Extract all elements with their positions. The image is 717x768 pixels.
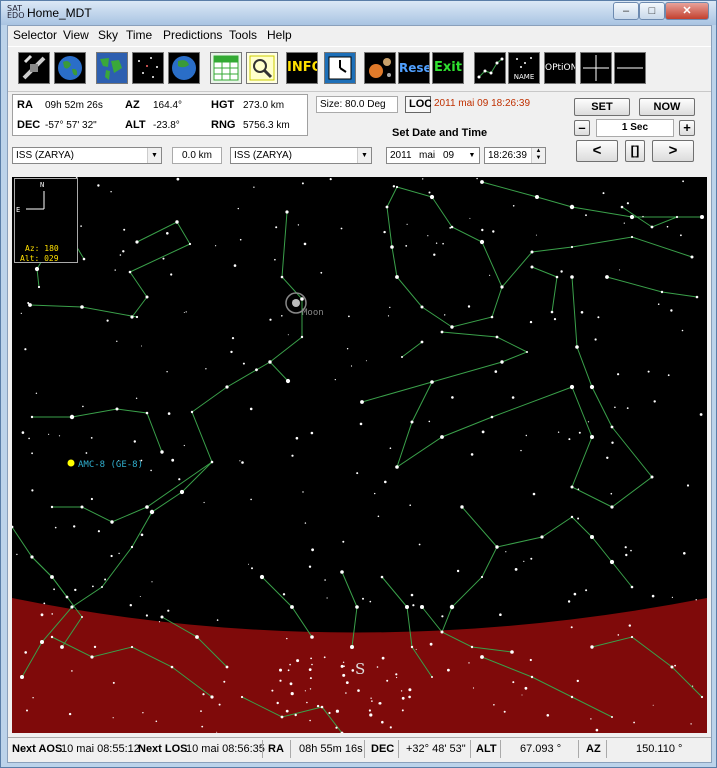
hgt-value: 273.0 km <box>243 100 285 111</box>
sky-chart[interactable]: Moon AMC-8 (GE-8) S N E Az: 180 Alt: 029 <box>12 177 707 733</box>
rng-value: 5756.3 km <box>243 120 290 131</box>
moon-label: Moon <box>302 308 324 318</box>
option-icon[interactable]: OPtiON <box>544 52 576 84</box>
menu-view[interactable]: View <box>63 28 89 42</box>
step-decrease-button[interactable]: – <box>574 120 590 136</box>
view-size-readout: Size: 80.0 Deg <box>316 96 398 113</box>
menu-time[interactable]: Time <box>126 28 152 42</box>
minimize-button[interactable]: – <box>613 2 639 20</box>
date-picker[interactable]: 2011 mai 09 ▼ <box>386 147 480 164</box>
chevron-down-icon: ▼ <box>465 148 479 163</box>
status-az-value: 150.110 ° <box>636 743 683 755</box>
loc-datetime: 2011 mai 09 18:26:39 <box>431 96 565 113</box>
dec-value: -57° 57' 32" <box>45 120 97 131</box>
earth-view-icon[interactable] <box>168 52 200 84</box>
date-day: 09 <box>443 150 455 161</box>
satellite-label: AMC-8 (GE-8) <box>78 460 143 470</box>
time-spinner[interactable]: 18:26:39 ▲ ▼ <box>484 147 546 164</box>
south-marker: S <box>355 660 365 678</box>
menu-tools[interactable]: Tools <box>229 28 257 42</box>
satellite-selector[interactable]: ISS (ZARYA) ▼ <box>12 147 162 164</box>
info-icon[interactable]: INFO <box>286 52 318 84</box>
hgt-label: HGT <box>211 99 235 111</box>
chevron-down-icon: ▼ <box>357 148 371 163</box>
app-icon: SAT EDO <box>7 4 25 20</box>
client-area: Selector View Sky Time Predictions Tools… <box>7 25 712 763</box>
status-ra-value: 08h 55m 16s <box>299 743 363 755</box>
title-bar[interactable]: SAT EDO Home_MDT – □ ✕ <box>1 1 716 25</box>
world-map-icon[interactable] <box>96 52 128 84</box>
compass-north: N <box>40 181 44 189</box>
set-date-label: Set Date and Time <box>392 127 488 139</box>
app-window: SAT EDO Home_MDT – □ ✕ Selector View Sky… <box>0 0 717 768</box>
next-aos-value: 10 mai 08:55:12 <box>61 743 140 755</box>
status-alt-value: 67.093 ° <box>520 743 562 755</box>
toolbar: INFO Reset Exit NAME OPtiON <box>8 46 711 92</box>
solar-system-icon[interactable] <box>364 52 396 84</box>
name-icon[interactable]: NAME <box>508 52 540 84</box>
az-label: AZ <box>125 99 140 111</box>
az-readout: Az: 180 <box>25 244 59 253</box>
constellation-icon[interactable] <box>474 52 506 84</box>
maximize-button[interactable]: □ <box>639 2 665 20</box>
target-satellite-selector[interactable]: ISS (ZARYA) ▼ <box>230 147 372 164</box>
alt-value: -23.8° <box>153 120 180 131</box>
az-value: 164.4° <box>153 100 183 111</box>
horizon-line-icon[interactable] <box>614 52 646 84</box>
star-field-icon[interactable] <box>132 52 164 84</box>
compass-east: E <box>16 206 20 214</box>
dec-label: DEC <box>17 119 41 131</box>
pause-button[interactable]: [] <box>625 140 645 162</box>
satellite-marker[interactable] <box>67 459 75 467</box>
spreadsheet-icon[interactable] <box>210 52 242 84</box>
now-button[interactable]: NOW <box>639 98 695 116</box>
next-aos-label: Next AOS <box>12 743 63 755</box>
status-alt-label: ALT <box>476 743 497 755</box>
loc-label[interactable]: LOC <box>405 96 432 113</box>
ra-value: 09h 52m 26s <box>45 100 103 111</box>
status-bar: Next AOS 10 mai 08:55:12 Next LOS 10 mai… <box>8 737 711 761</box>
time-step-field[interactable]: 1 Sec <box>596 119 674 137</box>
date-month: mai <box>419 150 436 161</box>
status-dec-label: DEC <box>371 743 395 755</box>
satellite-icon[interactable] <box>18 52 50 84</box>
sky-map[interactable]: Moon AMC-8 (GE-8) S <box>12 177 707 733</box>
moon-icon <box>292 299 300 307</box>
set-button[interactable]: SET <box>574 98 630 116</box>
step-back-button[interactable]: < <box>576 140 618 162</box>
magnifier-icon[interactable] <box>246 52 278 84</box>
next-los-label: Next LOS <box>138 743 188 755</box>
spinner-arrows-icon[interactable]: ▲ ▼ <box>531 148 545 163</box>
crosshair-icon[interactable] <box>580 52 612 84</box>
exit-icon[interactable]: Exit <box>432 52 464 84</box>
clock-icon[interactable] <box>324 52 356 84</box>
reset-icon[interactable]: Reset <box>398 52 430 84</box>
menu-bar: Selector View Sky Time Predictions Tools… <box>8 26 711 45</box>
window-title: Home_MDT <box>27 6 92 20</box>
earth-globe-icon[interactable] <box>54 52 86 84</box>
menu-sky[interactable]: Sky <box>98 28 118 42</box>
ra-label: RA <box>17 99 33 111</box>
status-dec-value: +32° 48' 53" <box>406 743 466 755</box>
menu-predictions[interactable]: Predictions <box>163 28 222 42</box>
status-az-label: AZ <box>586 743 601 755</box>
step-increase-button[interactable]: + <box>679 120 695 136</box>
alt-label: ALT <box>125 119 146 131</box>
rng-label: RNG <box>211 119 236 131</box>
menu-selector[interactable]: Selector <box>13 28 57 42</box>
close-button[interactable]: ✕ <box>665 2 709 20</box>
date-year: 2011 <box>390 150 412 161</box>
step-forward-button[interactable]: > <box>652 140 694 162</box>
alt-readout: Alt: 029 <box>20 254 59 263</box>
menu-help[interactable]: Help <box>267 28 292 42</box>
chevron-down-icon: ▼ <box>147 148 161 163</box>
status-ra-label: RA <box>268 743 284 755</box>
next-los-value: 10 mai 08:56:35 <box>186 743 265 755</box>
coordinates-panel: RA 09h 52m 26s AZ 164.4° HGT 273.0 km DE… <box>12 94 308 136</box>
distance-field[interactable]: 0.0 km <box>172 147 222 164</box>
compass-box: N E Az: 180 Alt: 029 <box>14 178 78 263</box>
